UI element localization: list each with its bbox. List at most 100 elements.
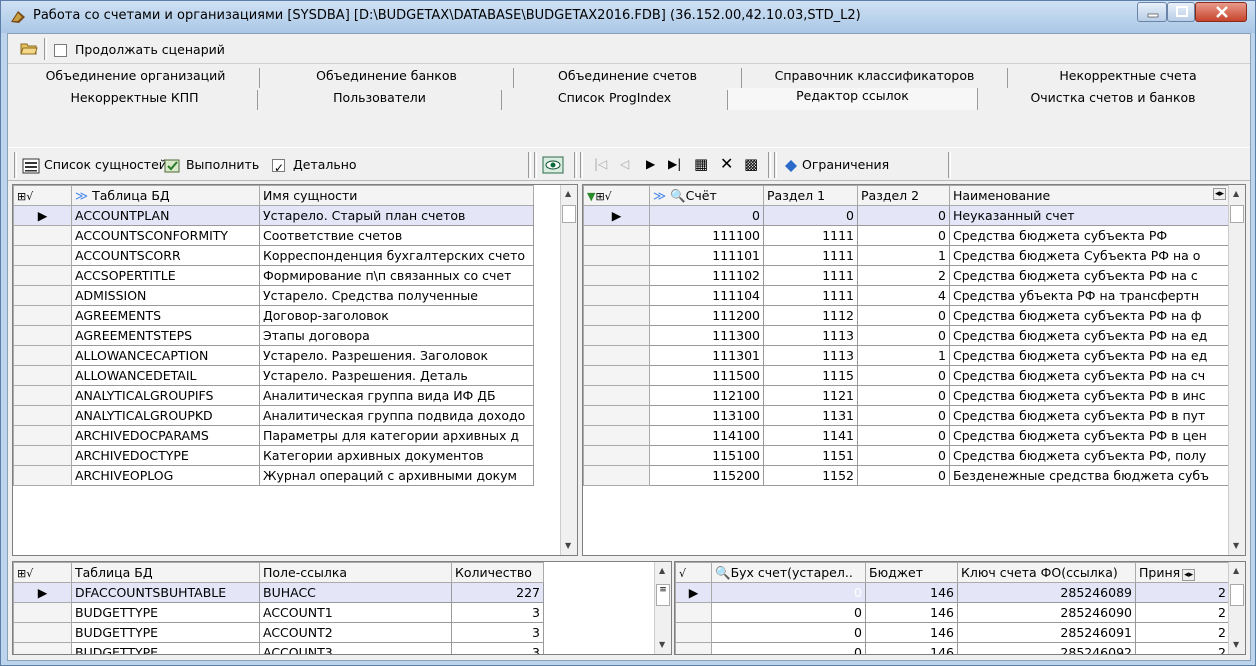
cell[interactable]: 1151: [763, 445, 858, 466]
minimize-button[interactable]: [1137, 2, 1167, 22]
entities-row[interactable]: AGREEMENTS Договор-заголовок: [13, 305, 534, 326]
cell[interactable]: Формирование п\п связанных со счет: [259, 265, 534, 286]
cell[interactable]: 1141: [763, 425, 858, 446]
row-indicator[interactable]: [583, 325, 650, 346]
view-icon[interactable]: [542, 156, 564, 174]
cell[interactable]: 1111: [763, 285, 858, 306]
cell[interactable]: 0: [857, 405, 950, 426]
entities-row[interactable]: ADMISSION Устарело. Средства полученные: [13, 285, 534, 306]
row-indicator[interactable]: [583, 265, 650, 286]
accounts-row[interactable]: 111500 1115 0 Средства бюджета субъекта РФ …: [583, 365, 1230, 386]
cell[interactable]: 0: [711, 622, 866, 643]
cell[interactable]: 146: [865, 602, 958, 623]
last-record-icon[interactable]: ▶|: [668, 157, 681, 171]
entities-row[interactable]: AGREEMENTSTEPS Этапы договора: [13, 325, 534, 346]
cell[interactable]: ARCHIVEDOCTYPE: [71, 445, 260, 466]
cell[interactable]: ACCOUNT1: [259, 602, 452, 623]
tab-classifiers[interactable]: Справочник классификаторов: [742, 68, 1008, 88]
scroll-thumb[interactable]: ≡: [656, 584, 670, 606]
cell[interactable]: 3: [451, 602, 544, 623]
maximize-button[interactable]: [1167, 2, 1195, 22]
accounts-row[interactable]: 115200 1152 0 Безденежные средства бюджета …: [583, 465, 1230, 486]
accounts-name-header[interactable]: Наименование ◂▸: [949, 185, 1230, 206]
find-icon[interactable]: ▦: [694, 155, 708, 173]
entities-row[interactable]: ▶ ACCOUNTPLAN Устарело. Старый план счетов: [13, 205, 534, 226]
links-row[interactable]: BUDGETTYPE ACCOUNT2 3: [13, 622, 544, 643]
delete-icon[interactable]: ✕: [720, 154, 733, 173]
links-scrollbar[interactable]: ▲ ≡ ▼: [654, 562, 671, 654]
cell[interactable]: 0: [763, 205, 858, 226]
column-scroll-icon[interactable]: ◂▸: [1212, 188, 1226, 200]
cell[interactable]: Средства бюджета субъекта РФ в цен: [949, 425, 1230, 446]
cell[interactable]: ACCOUNT3: [259, 642, 452, 654]
scroll-up-icon[interactable]: ▲: [659, 566, 665, 575]
cell[interactable]: Категории архивных документов: [259, 445, 534, 466]
scroll-down-icon[interactable]: ▼: [1233, 640, 1239, 649]
cell[interactable]: Средства бюджета субъекта РФ в пут: [949, 405, 1230, 426]
accounts-row[interactable]: 114100 1141 0 Средства бюджета субъекта РФ …: [583, 425, 1230, 446]
row-indicator[interactable]: [675, 642, 712, 654]
continue-scenario-toggle[interactable]: Продолжать сценарий: [54, 42, 225, 57]
cell[interactable]: 2: [1135, 602, 1230, 623]
row-indicator[interactable]: [13, 622, 72, 643]
row-indicator[interactable]: [13, 265, 72, 286]
row-indicator[interactable]: [675, 602, 712, 623]
cell[interactable]: Устарело. Средства полученные: [259, 285, 534, 306]
row-indicator[interactable]: ▶: [675, 582, 712, 603]
entities-row[interactable]: ANALYTICALGROUPKD Аналитическая группа по…: [13, 405, 534, 426]
cell[interactable]: 0: [857, 305, 950, 326]
entities-row[interactable]: ACCOUNTSCORR Корреспонденция бухгалтерски…: [13, 245, 534, 266]
cell[interactable]: 1115: [763, 365, 858, 386]
row-indicator[interactable]: ▶: [13, 205, 72, 226]
row-indicator[interactable]: [583, 245, 650, 266]
row-indicator[interactable]: [13, 465, 72, 486]
scroll-down-icon[interactable]: ▼: [1233, 541, 1239, 550]
accounts-section2-header[interactable]: Раздел 2: [857, 185, 950, 206]
cell[interactable]: 111300: [649, 325, 764, 346]
cell[interactable]: ACCSOPERTITLE: [71, 265, 260, 286]
cell[interactable]: Средства бюджета субъекта РФ, полу: [949, 445, 1230, 466]
refresh-icon[interactable]: ▩: [744, 155, 758, 173]
detail-checkbox[interactable]: [272, 157, 285, 179]
cell[interactable]: ARCHIVEDOCPARAMS: [71, 425, 260, 446]
title-bar[interactable]: Работа со счетами и организациями [SYSDB…: [1, 1, 1255, 33]
close-button[interactable]: [1195, 2, 1247, 22]
cell[interactable]: 2: [1135, 622, 1230, 643]
row-indicator[interactable]: ▶: [583, 205, 650, 226]
cell[interactable]: ACCOUNTPLAN: [71, 205, 260, 226]
cell[interactable]: 115100: [649, 445, 764, 466]
cell[interactable]: 0: [711, 642, 866, 654]
accounts-row[interactable]: 111102 1111 2 Средства бюджета субъекта РФ …: [583, 265, 1230, 286]
cell[interactable]: 0: [857, 385, 950, 406]
accounts-row[interactable]: 113100 1131 0 Средства бюджета субъекта РФ …: [583, 405, 1230, 426]
row-indicator[interactable]: [13, 385, 72, 406]
entities-row[interactable]: ALLOWANCECAPTION Устарело. Разрешения. За…: [13, 345, 534, 366]
entities-row[interactable]: ARCHIVEOPLOG Журнал операций с архивными …: [13, 465, 534, 486]
cell[interactable]: 285246089: [957, 582, 1136, 603]
cell[interactable]: Средства бюджета субъекта РФ: [949, 225, 1230, 246]
cell[interactable]: 1111: [763, 225, 858, 246]
cell[interactable]: 285246091: [957, 622, 1136, 643]
cell[interactable]: ANALYTICALGROUPKD: [71, 405, 260, 426]
cell[interactable]: ACCOUNTSCORR: [71, 245, 260, 266]
detail-toggle[interactable]: Детально: [272, 154, 357, 179]
tab-link-editor[interactable]: Редактор ссылок: [728, 88, 978, 110]
cell[interactable]: ARCHIVEOPLOG: [71, 465, 260, 486]
accounts-row[interactable]: 112100 1121 0 Средства бюджета субъекта РФ …: [583, 385, 1230, 406]
refs-row[interactable]: 0 146 285246090 2: [675, 602, 1230, 623]
row-indicator[interactable]: [583, 225, 650, 246]
entities-row[interactable]: ACCSOPERTITLE Формирование п\п связанных …: [13, 265, 534, 286]
row-indicator[interactable]: [583, 285, 650, 306]
accounts-row[interactable]: ▶ 0 0 0 Неуказанный счет: [583, 205, 1230, 226]
accounts-row[interactable]: 111200 1112 0 Средства бюджета субъекта РФ …: [583, 305, 1230, 326]
cell[interactable]: 0: [857, 325, 950, 346]
cell[interactable]: Средства бюджета субъекта РФ на ед: [949, 345, 1230, 366]
tab-cleanup[interactable]: Очистка счетов и банков: [978, 90, 1248, 110]
tab-merge-banks[interactable]: Объединение банков: [260, 68, 514, 88]
open-folder-icon[interactable]: [20, 40, 38, 56]
column-scroll-icon[interactable]: ◂▸: [1182, 569, 1196, 581]
cell[interactable]: Средства бюджета субъекта РФ на с: [949, 265, 1230, 286]
cell[interactable]: 0: [857, 425, 950, 446]
links-grid[interactable]: ⊞√ Таблица БД Поле-ссылка Количество ▶ DF…: [12, 561, 672, 655]
entities-row[interactable]: ARCHIVEDOCPARAMS Параметры для категории …: [13, 425, 534, 446]
